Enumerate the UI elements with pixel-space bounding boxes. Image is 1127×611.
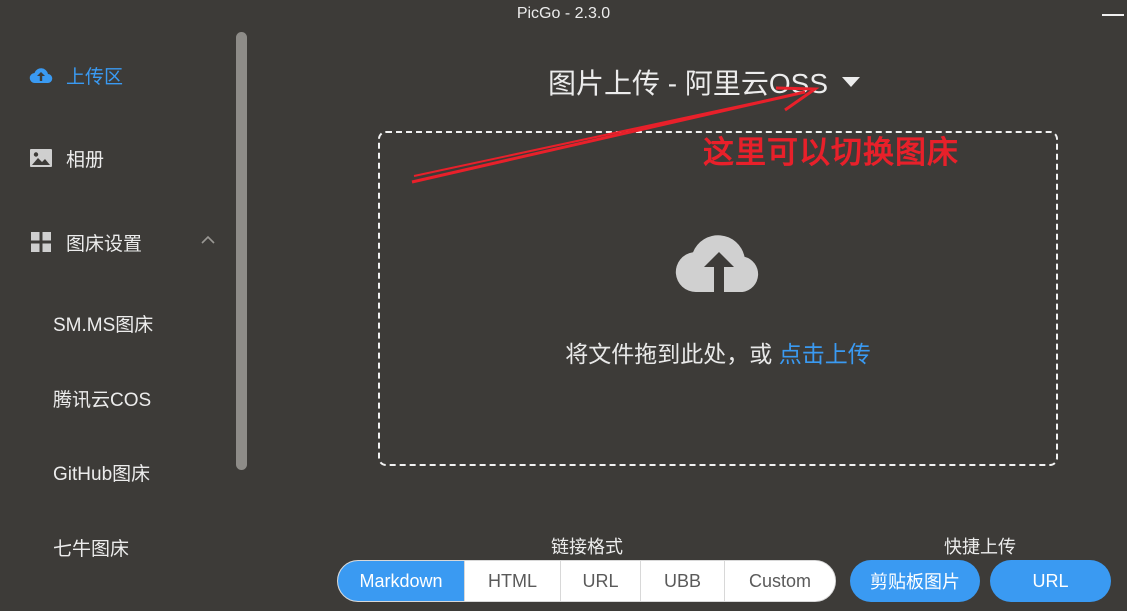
sidebar-item-settings[interactable]: 图床设置 [28, 226, 142, 258]
window-title: PicGo - 2.3.0 [516, 5, 611, 22]
click-upload-link[interactable]: 点击上传 [779, 341, 871, 367]
sidebar-item-upload[interactable]: 上传区 [28, 59, 123, 91]
link-format-label: 链接格式 [551, 537, 623, 557]
sidebar-item-label: 相册 [66, 149, 105, 171]
sidebar-sub-item-github[interactable]: GitHub图床 [53, 457, 150, 487]
image-icon [28, 145, 54, 171]
dropzone-instruction: 将文件拖到此处，或 [565, 341, 779, 367]
caret-down-icon [842, 77, 861, 87]
link-format-selector: Markdown HTML URL UBB Custom [337, 560, 836, 602]
format-option-custom[interactable]: Custom [725, 561, 835, 601]
clipboard-upload-button[interactable]: 剪贴板图片 [850, 560, 980, 602]
sidebar-sub-item-qiniu[interactable]: 七牛图床 [53, 532, 129, 562]
format-option-markdown[interactable]: Markdown [338, 561, 465, 601]
sidebar: 上传区 相册 图床设置 SM.MS图床 腾讯云COS GitHub图床 七牛图床 [0, 28, 250, 611]
title-bar: PicGo - 2.3.0 [0, 0, 1127, 28]
format-option-url[interactable]: URL [561, 561, 641, 601]
annotation-text: 这里可以切换图床 [703, 135, 959, 170]
dropzone-text: 将文件拖到此处，或 点击上传 [380, 335, 1056, 369]
sidebar-item-gallery[interactable]: 相册 [28, 142, 104, 174]
chevron-up-icon[interactable] [200, 234, 216, 246]
cloud-upload-icon [675, 235, 759, 293]
quick-upload-label: 快捷上传 [944, 537, 1016, 557]
grid-icon [28, 229, 54, 255]
url-upload-button[interactable]: URL [990, 560, 1111, 602]
format-option-ubb[interactable]: UBB [641, 561, 725, 601]
sidebar-scrollbar[interactable] [236, 32, 247, 470]
sidebar-sub-item-smms[interactable]: SM.MS图床 [53, 308, 153, 338]
cloud-upload-icon [28, 62, 54, 88]
minimize-button[interactable] [1102, 5, 1124, 21]
sidebar-item-label: 上传区 [66, 66, 124, 88]
sidebar-item-label: 图床设置 [66, 233, 143, 255]
format-option-html[interactable]: HTML [465, 561, 561, 601]
sidebar-sub-item-tencent[interactable]: 腾讯云COS [53, 383, 151, 413]
